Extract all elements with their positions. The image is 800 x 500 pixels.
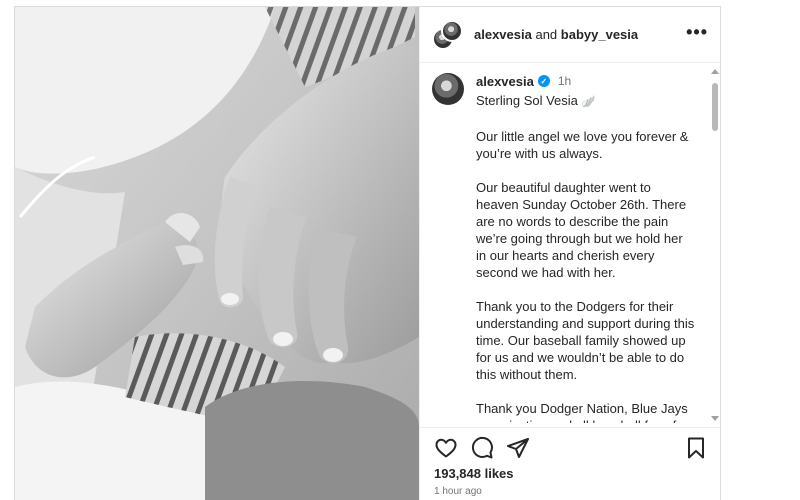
post-side-panel: alexvesia and babyy_vesia ••• alexvesia … bbox=[419, 7, 720, 500]
post-photo[interactable] bbox=[15, 7, 419, 500]
caption-paragraph: Thank you Dodger Nation, Blue Jays organ… bbox=[476, 401, 688, 423]
caption-paragraph: Our beautiful daughter went to heaven Su… bbox=[476, 180, 687, 280]
collab-names: alexvesia and babyy_vesia bbox=[474, 27, 638, 42]
caption-paragraph: Our little angel we love you forever & y… bbox=[476, 129, 689, 161]
caption-timestamp[interactable]: 1h bbox=[558, 74, 571, 88]
wing-emoji-icon: 🪽 bbox=[581, 96, 596, 108]
caption-area: alexvesia ✓ 1h Sterling Sol Vesia 🪽 Our … bbox=[420, 63, 710, 423]
comment-icon[interactable] bbox=[470, 436, 494, 460]
caption-scrollbar[interactable] bbox=[709, 63, 720, 423]
bookmark-icon[interactable] bbox=[684, 436, 708, 460]
verified-badge-icon: ✓ bbox=[537, 75, 550, 87]
scrollbar-thumb[interactable] bbox=[712, 83, 718, 131]
avatar[interactable] bbox=[441, 19, 463, 42]
caption-username-link[interactable]: alexvesia bbox=[476, 74, 534, 89]
instagram-post-embed: alexvesia and babyy_vesia ••• alexvesia … bbox=[14, 6, 721, 500]
share-icon[interactable] bbox=[506, 436, 530, 460]
likes-count[interactable]: 193,848 likes bbox=[434, 466, 514, 481]
more-options-button[interactable]: ••• bbox=[686, 23, 708, 41]
post-header: alexvesia and babyy_vesia ••• bbox=[420, 7, 720, 63]
post-timestamp[interactable]: 1 hour ago bbox=[434, 486, 482, 497]
scroll-down-arrow-icon[interactable] bbox=[711, 416, 719, 421]
names-conjunction: and bbox=[535, 27, 558, 42]
collaborator-username-link[interactable]: babyy_vesia bbox=[561, 27, 638, 42]
heart-icon[interactable] bbox=[434, 436, 458, 460]
caption-paragraph: Thank you to the Dodgers for their under… bbox=[476, 299, 695, 382]
collab-avatars[interactable] bbox=[432, 19, 463, 50]
caption-title: Sterling Sol Vesia 🪽 bbox=[476, 92, 696, 111]
author-username-link[interactable]: alexvesia bbox=[474, 27, 532, 42]
avatar[interactable] bbox=[432, 73, 464, 105]
scroll-up-arrow-icon[interactable] bbox=[711, 69, 719, 74]
caption-title-text: Sterling Sol Vesia bbox=[476, 93, 578, 108]
post-actions-bar: 193,848 likes 1 hour ago bbox=[420, 427, 720, 500]
